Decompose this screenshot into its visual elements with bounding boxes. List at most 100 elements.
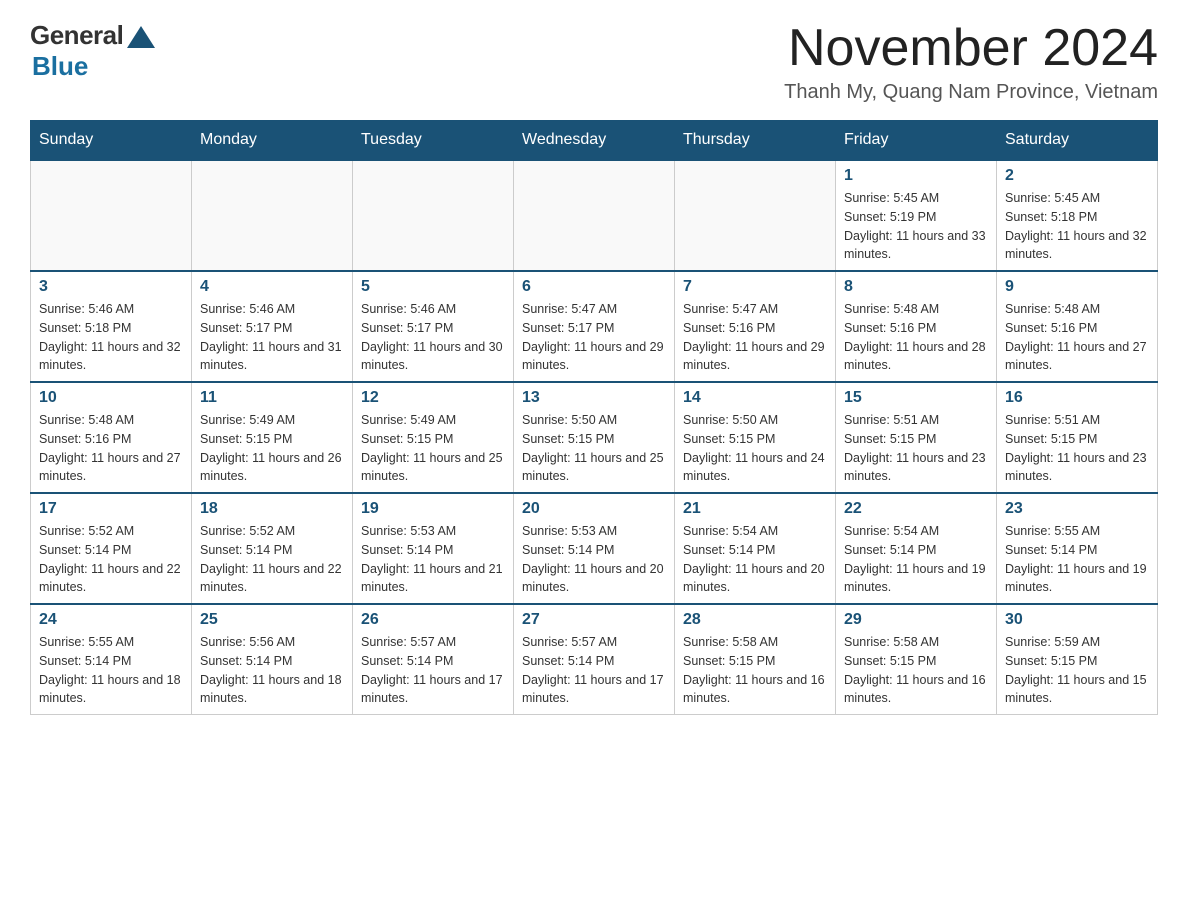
day-info: Sunrise: 5:49 AMSunset: 5:15 PMDaylight:… bbox=[200, 411, 344, 486]
day-number: 4 bbox=[200, 278, 344, 296]
day-info: Sunrise: 5:57 AMSunset: 5:14 PMDaylight:… bbox=[522, 633, 666, 708]
day-number: 5 bbox=[361, 278, 505, 296]
day-number: 8 bbox=[844, 278, 988, 296]
day-info: Sunrise: 5:50 AMSunset: 5:15 PMDaylight:… bbox=[683, 411, 827, 486]
day-number: 11 bbox=[200, 389, 344, 407]
cell-week1-day1 bbox=[192, 160, 353, 271]
day-info: Sunrise: 5:45 AMSunset: 5:18 PMDaylight:… bbox=[1005, 189, 1149, 264]
day-info: Sunrise: 5:51 AMSunset: 5:15 PMDaylight:… bbox=[1005, 411, 1149, 486]
day-info: Sunrise: 5:48 AMSunset: 5:16 PMDaylight:… bbox=[1005, 300, 1149, 375]
day-number: 13 bbox=[522, 389, 666, 407]
cell-week5-day1: 25Sunrise: 5:56 AMSunset: 5:14 PMDayligh… bbox=[192, 604, 353, 715]
day-number: 30 bbox=[1005, 611, 1149, 629]
day-number: 1 bbox=[844, 167, 988, 185]
day-info: Sunrise: 5:58 AMSunset: 5:15 PMDaylight:… bbox=[683, 633, 827, 708]
cell-week2-day0: 3Sunrise: 5:46 AMSunset: 5:18 PMDaylight… bbox=[31, 271, 192, 382]
col-sunday: Sunday bbox=[31, 121, 192, 161]
day-info: Sunrise: 5:52 AMSunset: 5:14 PMDaylight:… bbox=[200, 522, 344, 597]
cell-week3-day6: 16 Sunrise: 5:51 AMSunset: 5:15 PMDayligh… bbox=[997, 382, 1158, 493]
cell-week1-day5: 1 Sunrise: 5:45 AMSunset: 5:19 PMDaylight… bbox=[836, 160, 997, 271]
cell-week3-day1: 11 Sunrise: 5:49 AMSunset: 5:15 PMDayligh… bbox=[192, 382, 353, 493]
week-row-5: 24 Sunrise: 5:55 AMSunset: 5:14 PMDayligh… bbox=[31, 604, 1158, 715]
cell-week4-day6: 23 Sunrise: 5:55 AMSunset: 5:14 PMDayligh… bbox=[997, 493, 1158, 604]
day-info: Sunrise: 5:53 AMSunset: 5:14 PMDaylight:… bbox=[522, 522, 666, 597]
day-info: Sunrise: 5:53 AMSunset: 5:14 PMDaylight:… bbox=[361, 522, 505, 597]
day-number: 29 bbox=[844, 611, 988, 629]
cell-week2-day4: 7 Sunrise: 5:47 AMSunset: 5:16 PMDaylight… bbox=[675, 271, 836, 382]
cell-week1-day6: 2 Sunrise: 5:45 AMSunset: 5:18 PMDaylight… bbox=[997, 160, 1158, 271]
cell-week4-day2: 19Sunrise: 5:53 AMSunset: 5:14 PMDayligh… bbox=[353, 493, 514, 604]
day-number: 28 bbox=[683, 611, 827, 629]
day-info: Sunrise: 5:55 AMSunset: 5:14 PMDaylight:… bbox=[1005, 522, 1149, 597]
col-saturday: Saturday bbox=[997, 121, 1158, 161]
day-number: 14 bbox=[683, 389, 827, 407]
cell-week1-day0 bbox=[31, 160, 192, 271]
col-monday: Monday bbox=[192, 121, 353, 161]
day-number: 9 bbox=[1005, 278, 1149, 296]
day-number: 17 bbox=[39, 500, 183, 518]
cell-week4-day5: 22 Sunrise: 5:54 AMSunset: 5:14 PMDayligh… bbox=[836, 493, 997, 604]
day-info: Sunrise: 5:48 AMSunset: 5:16 PMDaylight:… bbox=[844, 300, 988, 375]
week-row-4: 17 Sunrise: 5:52 AMSunset: 5:14 PMDayligh… bbox=[31, 493, 1158, 604]
cell-week2-day2: 5 Sunrise: 5:46 AMSunset: 5:17 PMDaylight… bbox=[353, 271, 514, 382]
day-info: Sunrise: 5:45 AMSunset: 5:19 PMDaylight:… bbox=[844, 189, 988, 264]
logo: General Blue bbox=[30, 20, 155, 82]
day-info: Sunrise: 5:47 AMSunset: 5:16 PMDaylight:… bbox=[683, 300, 827, 375]
day-number: 21 bbox=[683, 500, 827, 518]
cell-week3-day4: 14 Sunrise: 5:50 AMSunset: 5:15 PMDayligh… bbox=[675, 382, 836, 493]
day-number: 10 bbox=[39, 389, 183, 407]
cell-week3-day5: 15Sunrise: 5:51 AMSunset: 5:15 PMDayligh… bbox=[836, 382, 997, 493]
cell-week1-day2 bbox=[353, 160, 514, 271]
day-number: 20 bbox=[522, 500, 666, 518]
cell-week4-day1: 18 Sunrise: 5:52 AMSunset: 5:14 PMDayligh… bbox=[192, 493, 353, 604]
calendar-header-row: Sunday Monday Tuesday Wednesday Thursday… bbox=[31, 121, 1158, 161]
logo-general-text: General bbox=[30, 20, 123, 51]
title-section: November 2024 Thanh My, Quang Nam Provin… bbox=[784, 20, 1158, 104]
day-number: 22 bbox=[844, 500, 988, 518]
main-title: November 2024 bbox=[784, 20, 1158, 77]
cell-week5-day5: 29 Sunrise: 5:58 AMSunset: 5:15 PMDayligh… bbox=[836, 604, 997, 715]
cell-week5-day2: 26Sunrise: 5:57 AMSunset: 5:14 PMDayligh… bbox=[353, 604, 514, 715]
cell-week5-day0: 24 Sunrise: 5:55 AMSunset: 5:14 PMDayligh… bbox=[31, 604, 192, 715]
day-info: Sunrise: 5:49 AMSunset: 5:15 PMDaylight:… bbox=[361, 411, 505, 486]
cell-week3-day0: 10 Sunrise: 5:48 AMSunset: 5:16 PMDayligh… bbox=[31, 382, 192, 493]
day-info: Sunrise: 5:51 AMSunset: 5:15 PMDaylight:… bbox=[844, 411, 988, 486]
cell-week2-day6: 9 Sunrise: 5:48 AMSunset: 5:16 PMDaylight… bbox=[997, 271, 1158, 382]
week-row-3: 10 Sunrise: 5:48 AMSunset: 5:16 PMDayligh… bbox=[31, 382, 1158, 493]
cell-week5-day6: 30 Sunrise: 5:59 AMSunset: 5:15 PMDayligh… bbox=[997, 604, 1158, 715]
day-number: 24 bbox=[39, 611, 183, 629]
day-info: Sunrise: 5:48 AMSunset: 5:16 PMDaylight:… bbox=[39, 411, 183, 486]
cell-week5-day3: 27 Sunrise: 5:57 AMSunset: 5:14 PMDayligh… bbox=[514, 604, 675, 715]
day-info: Sunrise: 5:55 AMSunset: 5:14 PMDaylight:… bbox=[39, 633, 183, 708]
day-info: Sunrise: 5:58 AMSunset: 5:15 PMDaylight:… bbox=[844, 633, 988, 708]
day-number: 16 bbox=[1005, 389, 1149, 407]
week-row-2: 3Sunrise: 5:46 AMSunset: 5:18 PMDaylight… bbox=[31, 271, 1158, 382]
day-number: 6 bbox=[522, 278, 666, 296]
day-number: 7 bbox=[683, 278, 827, 296]
day-number: 27 bbox=[522, 611, 666, 629]
day-info: Sunrise: 5:57 AMSunset: 5:14 PMDaylight:… bbox=[361, 633, 505, 708]
cell-week4-day3: 20 Sunrise: 5:53 AMSunset: 5:14 PMDayligh… bbox=[514, 493, 675, 604]
col-wednesday: Wednesday bbox=[514, 121, 675, 161]
day-info: Sunrise: 5:46 AMSunset: 5:17 PMDaylight:… bbox=[361, 300, 505, 375]
day-number: 2 bbox=[1005, 167, 1149, 185]
day-number: 12 bbox=[361, 389, 505, 407]
location-subtitle: Thanh My, Quang Nam Province, Vietnam bbox=[784, 81, 1158, 104]
day-number: 18 bbox=[200, 500, 344, 518]
cell-week2-day1: 4 Sunrise: 5:46 AMSunset: 5:17 PMDaylight… bbox=[192, 271, 353, 382]
day-info: Sunrise: 5:46 AMSunset: 5:18 PMDaylight:… bbox=[39, 300, 183, 375]
cell-week1-day3 bbox=[514, 160, 675, 271]
logo-triangle-icon bbox=[127, 26, 155, 48]
cell-week1-day4 bbox=[675, 160, 836, 271]
day-number: 23 bbox=[1005, 500, 1149, 518]
cell-week3-day2: 12 Sunrise: 5:49 AMSunset: 5:15 PMDayligh… bbox=[353, 382, 514, 493]
cell-week5-day4: 28 Sunrise: 5:58 AMSunset: 5:15 PMDayligh… bbox=[675, 604, 836, 715]
day-info: Sunrise: 5:46 AMSunset: 5:17 PMDaylight:… bbox=[200, 300, 344, 375]
cell-week4-day0: 17Sunrise: 5:52 AMSunset: 5:14 PMDayligh… bbox=[31, 493, 192, 604]
week-row-1: 1 Sunrise: 5:45 AMSunset: 5:19 PMDaylight… bbox=[31, 160, 1158, 271]
col-tuesday: Tuesday bbox=[353, 121, 514, 161]
day-info: Sunrise: 5:54 AMSunset: 5:14 PMDaylight:… bbox=[683, 522, 827, 597]
day-info: Sunrise: 5:47 AMSunset: 5:17 PMDaylight:… bbox=[522, 300, 666, 375]
day-info: Sunrise: 5:59 AMSunset: 5:15 PMDaylight:… bbox=[1005, 633, 1149, 708]
day-info: Sunrise: 5:54 AMSunset: 5:14 PMDaylight:… bbox=[844, 522, 988, 597]
